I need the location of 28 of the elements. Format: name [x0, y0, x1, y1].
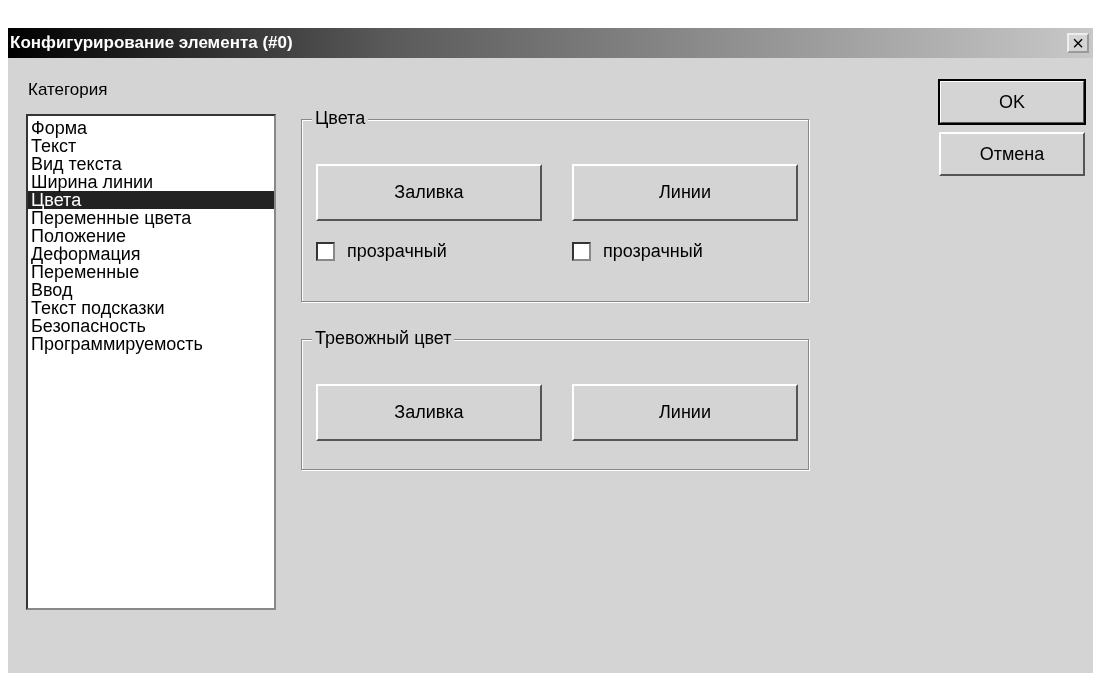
- window-title: Конфигурирование элемента (#0): [10, 33, 293, 53]
- color-button[interactable]: Линии: [572, 384, 798, 441]
- list-item[interactable]: Текст подсказки: [28, 299, 274, 317]
- list-item[interactable]: Цвета: [28, 191, 274, 209]
- list-item[interactable]: Положение: [28, 227, 274, 245]
- list-item[interactable]: Вид текста: [28, 155, 274, 173]
- checkbox[interactable]: [572, 242, 591, 261]
- group-title: Цвета: [312, 108, 369, 129]
- color-button[interactable]: Заливка: [316, 384, 542, 441]
- group-title: Тревожный цвет: [312, 328, 455, 349]
- color-button[interactable]: Заливка: [316, 164, 542, 221]
- checkbox[interactable]: [316, 242, 335, 261]
- checkbox-label: прозрачный: [347, 241, 447, 262]
- list-item[interactable]: Безопасность: [28, 317, 274, 335]
- ok-button[interactable]: OK: [939, 80, 1085, 124]
- close-button[interactable]: ×: [1067, 33, 1089, 53]
- category-label: Категория: [28, 80, 109, 101]
- list-item[interactable]: Ввод: [28, 281, 274, 299]
- list-item[interactable]: Переменные: [28, 263, 274, 281]
- list-item[interactable]: Программируемость: [28, 335, 274, 353]
- list-item[interactable]: Переменные цвета: [28, 209, 274, 227]
- list-item[interactable]: Ширина линии: [28, 173, 274, 191]
- list-item[interactable]: Деформация: [28, 245, 274, 263]
- list-item[interactable]: Форма: [28, 119, 274, 137]
- color-button[interactable]: Линии: [572, 164, 798, 221]
- list-item[interactable]: Текст: [28, 137, 274, 155]
- checkbox-label: прозрачный: [603, 241, 703, 262]
- cancel-button[interactable]: Отмена: [939, 132, 1085, 176]
